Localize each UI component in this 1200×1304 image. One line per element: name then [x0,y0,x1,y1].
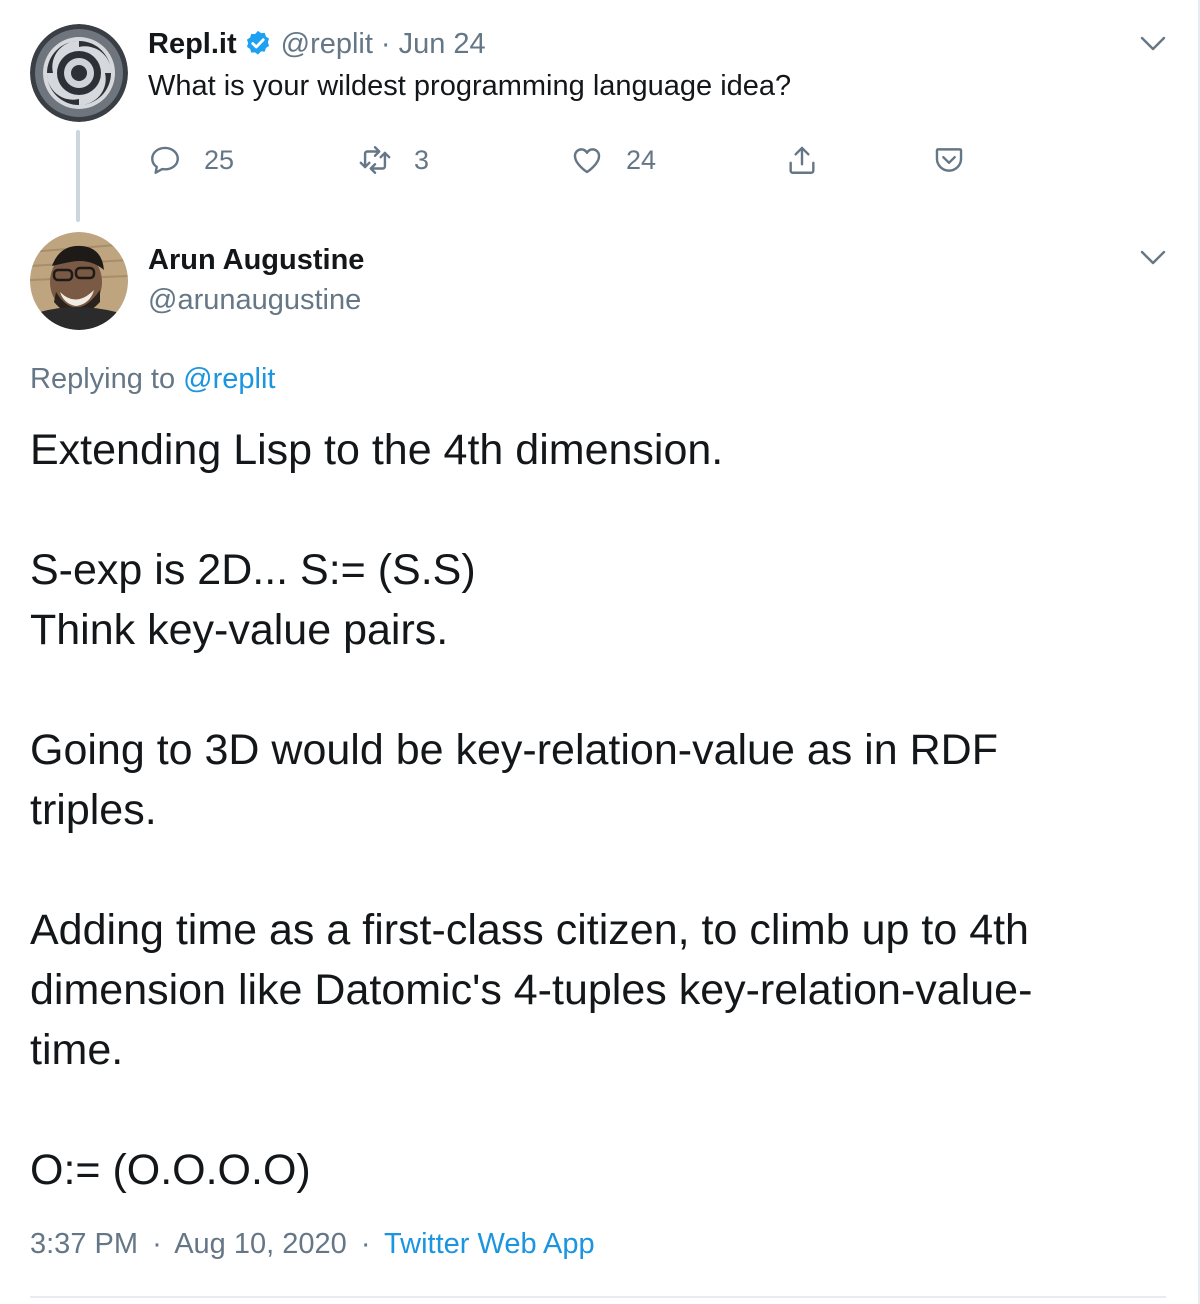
like-count: 24 [626,144,657,175]
retweet-icon [359,146,391,174]
tweet-line: S-exp is 2D... S:= (S.S) [30,546,476,594]
chevron-down-icon[interactable] [1140,250,1166,266]
replit-logo-icon [30,24,128,122]
pocket-icon [935,148,963,172]
tweet-line: O:= (O.O.O.O) [30,1146,311,1194]
retweet-button[interactable]: 3 [358,138,429,182]
tweet-source-link[interactable]: Twitter Web App [384,1228,595,1260]
parent-tweet-header: Repl.it @replit · Jun 24 [148,26,486,62]
verified-badge-icon [246,30,269,55]
tweet-line: Adding time as a first-class citizen, to… [30,906,1033,1074]
share-icon [789,146,815,174]
like-button[interactable]: 24 [570,138,656,182]
reply-count: 25 [204,144,235,175]
tweet-footer: 3:37 PM · Aug 10, 2020 · Twitter Web App [30,1228,595,1261]
user-photo-icon [30,232,128,330]
share-button[interactable] [785,138,819,182]
chevron-down-icon[interactable] [1140,36,1166,52]
reply-handle[interactable]: @arunaugustine [148,284,361,317]
divider [30,1296,1166,1298]
reply-icon [151,146,179,174]
tweet-line: Extending Lisp to the 4th dimension. [30,426,724,474]
tweet-line: Think key-value pairs. [30,606,449,654]
parent-tweet-text: What is your wildest programming languag… [148,70,792,102]
tweet-line: Going to 3D would be key-relation-value … [30,726,998,834]
parent-handle[interactable]: @replit [281,28,373,61]
reply-tweet-body: Extending Lisp to the 4th dimension. S-e… [30,420,1150,1200]
like-icon [573,148,601,174]
arun-avatar[interactable] [30,232,128,330]
footer-separator: · [152,1228,162,1260]
tweet-date[interactable]: Aug 10, 2020 [174,1228,347,1260]
retweet-count: 3 [414,144,430,175]
parent-display-name[interactable]: Repl.it [148,28,237,61]
tweet-time[interactable]: 3:37 PM [30,1228,138,1260]
replying-to-line: Replying to @replit [30,363,275,396]
pocket-button[interactable] [932,138,966,182]
replying-prefix: Replying to [30,363,176,395]
header-separator: · [380,27,391,60]
parent-date[interactable]: Jun 24 [399,28,486,61]
replying-to-link[interactable]: @replit [183,363,275,395]
reply-button[interactable]: 25 [148,138,234,182]
reply-display-name[interactable]: Arun Augustine [148,244,364,277]
replit-avatar[interactable] [30,24,128,122]
parent-action-bar: 25 3 24 [0,138,1200,182]
footer-separator: · [360,1228,371,1260]
